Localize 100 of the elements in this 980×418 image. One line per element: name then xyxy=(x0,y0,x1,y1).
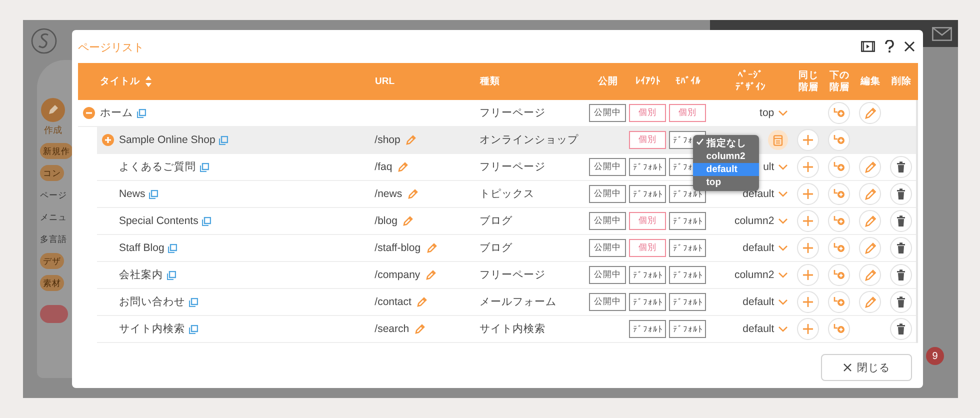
page-title[interactable]: Sample Online Shop xyxy=(118,134,216,146)
edit-button[interactable] xyxy=(858,156,881,178)
table-row[interactable]: ホーム フリーページ 公開中 個別 個別 top xyxy=(78,100,916,127)
add-child-button[interactable] xyxy=(828,156,850,178)
layout-option-button[interactable]: ﾃﾞﾌｫﾙﾄ xyxy=(668,320,706,338)
layout-option-button[interactable]: ﾃﾞﾌｫﾙﾄ xyxy=(668,185,706,203)
add-sibling-button[interactable] xyxy=(796,291,819,313)
add-child-button[interactable] xyxy=(828,237,850,259)
new-window-icon[interactable] xyxy=(168,244,178,252)
pencil-icon[interactable] xyxy=(398,162,408,172)
new-window-icon[interactable] xyxy=(136,108,146,118)
sidebar-item[interactable]: 素材 xyxy=(40,275,64,291)
add-sibling-button[interactable] xyxy=(796,210,819,232)
delete-button[interactable] xyxy=(890,318,912,340)
layout-option-button[interactable]: ﾃﾞﾌｫﾙﾄ xyxy=(668,293,706,311)
chevron-down-icon[interactable] xyxy=(778,245,788,251)
new-window-icon[interactable] xyxy=(188,324,198,334)
sidebar-item[interactable]: デザ xyxy=(40,253,64,269)
chevron-down-icon[interactable] xyxy=(778,299,788,305)
publish-status-button[interactable]: 公開中 xyxy=(588,104,626,122)
help-icon[interactable] xyxy=(885,40,894,53)
page-title[interactable]: Staff Blog xyxy=(118,242,164,254)
add-sibling-button[interactable] xyxy=(796,318,819,340)
edit-button[interactable] xyxy=(858,183,881,205)
add-child-button[interactable] xyxy=(828,264,850,286)
add-sibling-button[interactable] xyxy=(796,237,819,259)
envelope-icon[interactable] xyxy=(932,26,952,40)
document-button[interactable] xyxy=(768,130,788,150)
publish-status-button[interactable]: 公開中 xyxy=(588,266,626,284)
chevron-down-icon[interactable] xyxy=(778,164,788,170)
pencil-icon[interactable] xyxy=(406,135,416,145)
sidebar-item[interactable]: 多言語 xyxy=(40,231,67,247)
delete-button[interactable] xyxy=(890,237,912,259)
layout-option-button[interactable]: ﾃﾞﾌｫﾙﾄ xyxy=(628,185,666,203)
new-window-icon[interactable] xyxy=(188,298,198,306)
layout-option-button[interactable]: ﾃﾞﾌｫﾙﾄ xyxy=(628,266,666,284)
publish-status-button[interactable]: 公開中 xyxy=(588,185,626,203)
publish-status-button[interactable]: 公開中 xyxy=(588,239,626,257)
page-design-value[interactable]: ult xyxy=(763,161,774,173)
page-title[interactable]: サイト内検索 xyxy=(118,322,185,336)
chevron-down-icon[interactable] xyxy=(778,218,788,224)
page-title[interactable]: お問い合わせ xyxy=(118,295,185,309)
layout-option-button[interactable]: ﾃﾞﾌｫﾙﾄ xyxy=(668,266,706,284)
layout-option-button[interactable]: ﾃﾞﾌｫﾙﾄ xyxy=(668,212,706,230)
page-title[interactable]: 会社案内 xyxy=(118,268,163,282)
new-window-icon[interactable] xyxy=(149,190,158,198)
sort-icon[interactable] xyxy=(145,76,152,87)
page-design-value[interactable]: column2 xyxy=(734,269,774,281)
publish-status-button[interactable]: 公開中 xyxy=(588,212,626,230)
pencil-icon[interactable] xyxy=(403,216,414,226)
add-child-button[interactable] xyxy=(828,102,850,124)
close-icon[interactable] xyxy=(904,41,915,52)
layout-option-button[interactable]: ﾃﾞﾌｫﾙﾄ xyxy=(628,293,666,311)
sidebar-item[interactable]: メニュ xyxy=(40,209,67,225)
pencil-icon[interactable] xyxy=(408,189,418,199)
delete-button[interactable] xyxy=(890,156,912,178)
new-window-icon[interactable] xyxy=(200,162,209,172)
add-child-button[interactable] xyxy=(828,183,850,205)
page-design-value[interactable]: column2 xyxy=(734,215,774,227)
edit-button[interactable] xyxy=(858,102,881,124)
delete-button[interactable] xyxy=(890,183,912,205)
add-child-button[interactable] xyxy=(828,291,850,313)
layout-option-button[interactable]: ﾃﾞﾌｫﾙﾄ xyxy=(628,158,666,176)
add-sibling-button[interactable] xyxy=(796,183,819,205)
delete-button[interactable] xyxy=(890,264,912,286)
pencil-icon[interactable] xyxy=(415,324,426,334)
page-title[interactable]: よくあるご質問 xyxy=(118,160,196,174)
pencil-icon[interactable] xyxy=(417,297,428,307)
edit-button[interactable] xyxy=(858,291,881,313)
sidebar-item[interactable]: コン xyxy=(40,165,64,181)
table-row[interactable]: Staff Blog /staff-blog ブログ 公開中 個別 ﾃﾞﾌｫﾙﾄ default xyxy=(97,235,916,262)
new-window-icon[interactable] xyxy=(166,270,176,280)
page-design-value[interactable]: top xyxy=(760,107,774,119)
collapse-icon[interactable] xyxy=(82,107,95,119)
edit-button[interactable] xyxy=(858,264,881,286)
new-window-icon[interactable] xyxy=(202,216,212,226)
table-row[interactable]: お問い合わせ /contact メールフォーム 公開中 ﾃﾞﾌｫﾙﾄ ﾃﾞﾌｫﾙﾄ default xyxy=(97,289,916,316)
chevron-down-icon[interactable] xyxy=(778,326,788,332)
chevron-down-icon[interactable] xyxy=(778,110,788,116)
layout-option-button[interactable]: ﾃﾞﾌｫﾙﾄ xyxy=(628,320,666,338)
layout-option-button[interactable]: ﾃﾞﾌｫﾙﾄ xyxy=(668,239,706,257)
page-title[interactable]: ホーム xyxy=(100,106,133,120)
chevron-down-icon[interactable] xyxy=(778,191,788,197)
table-row[interactable]: サイト内検索 /search サイト内検索 ﾃﾞﾌｫﾙﾄ ﾃﾞﾌｫﾙﾄ default xyxy=(97,316,916,343)
page-design-value[interactable]: default xyxy=(742,242,774,254)
page-design-value[interactable]: default xyxy=(742,323,774,335)
add-sibling-button[interactable] xyxy=(796,264,819,286)
page-design-value[interactable]: default xyxy=(742,188,774,200)
page-title[interactable]: Special Contents xyxy=(118,215,198,227)
pencil-icon[interactable] xyxy=(426,270,436,280)
video-icon[interactable] xyxy=(861,41,875,52)
publish-status-button[interactable]: 公開中 xyxy=(588,293,626,311)
create-button[interactable] xyxy=(41,98,65,122)
add-child-button[interactable] xyxy=(828,318,850,340)
chevron-down-icon[interactable] xyxy=(778,272,788,278)
pencil-icon[interactable] xyxy=(426,243,437,253)
close-button[interactable]: 閉じる xyxy=(821,354,912,381)
publish-status-button[interactable]: 公開中 xyxy=(588,158,626,176)
edit-button[interactable] xyxy=(858,210,881,232)
add-child-button[interactable] xyxy=(828,129,850,151)
